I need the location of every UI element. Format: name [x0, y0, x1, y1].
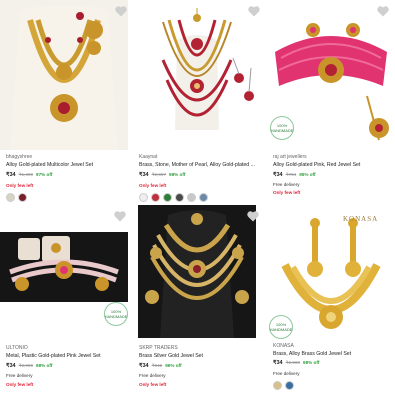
product-title[interactable]: Metal, Plastic Gold-plated Pink Jewel Se…	[6, 353, 126, 359]
product-brand: KONASA	[273, 343, 294, 349]
product-price: ₹34	[273, 172, 283, 178]
heart-icon[interactable]	[377, 6, 389, 17]
product-discount: 98% off	[303, 360, 320, 365]
heart-icon[interactable]	[114, 211, 126, 222]
product-brand: Kaaynat	[139, 154, 158, 160]
color-swatch[interactable]	[6, 193, 15, 202]
color-swatch[interactable]	[273, 381, 282, 390]
price-row: ₹34 ₹2,000 98% off	[273, 360, 319, 366]
stock-status: Only few left	[139, 183, 167, 188]
color-swatches	[6, 193, 27, 202]
price-row: ₹34 ₹1,499 97% off	[6, 172, 52, 178]
color-swatch[interactable]	[175, 193, 184, 202]
delivery-info: Free delivery	[139, 373, 166, 378]
color-swatch[interactable]	[285, 381, 294, 390]
color-swatch[interactable]	[139, 193, 148, 202]
product-mrp: ₹1,499	[18, 172, 34, 177]
product-brand: SKRP TRADERS	[139, 345, 178, 351]
product-card[interactable]: Kaaynat Brass, Stone, Mother of Pearl, A…	[133, 0, 261, 205]
product-title[interactable]: Brass, Alloy Brass Gold Jewel Set	[273, 351, 393, 357]
handmade-badge: 100% HANDMADE	[269, 315, 293, 339]
handmade-badge: 100% HANDMADE	[270, 116, 294, 140]
delivery-info: Free delivery	[273, 182, 300, 187]
product-price: ₹34	[6, 363, 16, 369]
stock-status: Only few left	[139, 382, 167, 387]
product-title[interactable]: Brass Silver Gold Jewel Set	[139, 353, 259, 359]
product-mrp: ₹942	[151, 363, 163, 368]
product-image[interactable]	[0, 232, 128, 302]
color-swatches	[139, 193, 208, 202]
price-row: ₹34 ₹942 96% off	[139, 363, 182, 369]
delivery-info: Free delivery	[273, 371, 300, 376]
color-swatch[interactable]	[151, 193, 160, 202]
product-title[interactable]: Alloy Gold-plated Pink, Red Jewel Set	[273, 162, 393, 168]
delivery-info: Free delivery	[6, 373, 33, 378]
product-discount: 95% off	[299, 172, 316, 177]
heart-icon[interactable]	[115, 6, 127, 17]
heart-icon[interactable]	[248, 6, 260, 17]
product-card[interactable]: 100% HANDMADE raj art jewellers Alloy Go…	[267, 0, 395, 205]
product-price: ₹34	[6, 172, 16, 178]
brand-logo: KONASA	[343, 215, 379, 223]
product-mrp: ₹794	[285, 172, 297, 177]
product-brand: raj art jewellers	[273, 154, 307, 160]
product-title[interactable]: Brass, Stone, Mother of Pearl, Alloy Gol…	[139, 162, 259, 168]
stock-status: Only few left	[273, 190, 301, 195]
product-discount: 98% off	[169, 172, 186, 177]
product-card[interactable]: SKRP TRADERS Brass Silver Gold Jewel Set…	[133, 205, 261, 400]
product-image[interactable]	[138, 205, 256, 338]
product-discount: 96% off	[165, 363, 182, 368]
color-swatch[interactable]	[163, 193, 172, 202]
product-brand: ULTONIO	[6, 345, 28, 351]
product-mrp: ₹2,000	[285, 360, 301, 365]
product-price: ₹34	[273, 360, 283, 366]
heart-icon[interactable]	[247, 211, 259, 222]
product-title[interactable]: Alloy Gold-plated Multicolor Jewel Set	[6, 162, 126, 168]
stock-status: Only few left	[6, 183, 34, 188]
product-brand: bhagyshree	[6, 154, 33, 160]
product-image[interactable]	[0, 0, 128, 150]
color-swatch[interactable]	[187, 193, 196, 202]
product-card[interactable]: 100% HANDMADE ULTONIO Metal, Plastic Gol…	[0, 205, 128, 400]
price-row: ₹34 ₹2,997 98% off	[139, 172, 185, 178]
product-image[interactable]	[133, 0, 261, 150]
product-price: ₹34	[139, 172, 149, 178]
color-swatch[interactable]	[18, 193, 27, 202]
product-mrp: ₹2,997	[151, 172, 167, 177]
product-grid: bhagyshree Alloy Gold-plated Multicolor …	[0, 0, 395, 400]
product-discount: 97% off	[36, 172, 53, 177]
price-row: ₹34 ₹794 95% off	[273, 172, 316, 178]
color-swatch[interactable]	[199, 193, 208, 202]
product-price: ₹34	[139, 363, 149, 369]
color-swatches	[273, 381, 294, 390]
price-row: ₹34 ₹2,999 98% off	[6, 363, 52, 369]
product-mrp: ₹2,999	[18, 363, 34, 368]
product-card[interactable]: KONASA 100% HANDMADE KONASA Brass, Alloy…	[267, 205, 395, 400]
product-discount: 98% off	[36, 363, 53, 368]
product-card[interactable]: bhagyshree Alloy Gold-plated Multicolor …	[0, 0, 128, 205]
handmade-badge: 100% HANDMADE	[104, 302, 128, 326]
stock-status: Only few left	[6, 382, 34, 387]
